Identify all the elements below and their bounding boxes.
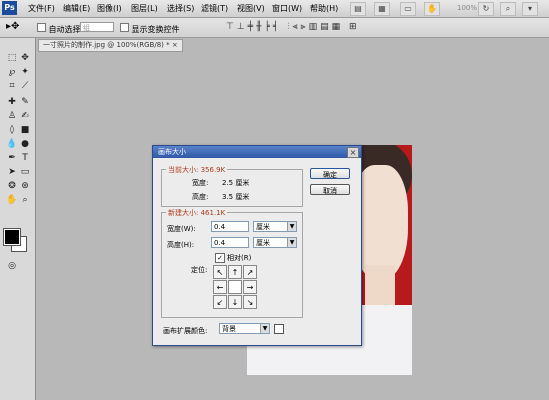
ext-color-label: 画布扩展颜色: — [163, 327, 208, 335]
lasso-tool-icon[interactable]: ℘ — [6, 66, 18, 78]
shape-tool-icon[interactable]: ▭ — [19, 166, 31, 178]
path-select-icon[interactable]: ➤ — [6, 166, 18, 178]
quick-mask-icon[interactable]: ◎ — [6, 260, 18, 272]
auto-select-checkbox[interactable] — [37, 23, 46, 32]
rotate-view-icon[interactable]: ↻ — [478, 2, 494, 16]
arrange-icon[interactable]: ▦ — [374, 2, 390, 16]
width-input[interactable]: 0.4 — [211, 221, 249, 232]
ext-color-swatch[interactable] — [274, 324, 284, 334]
document-tab-label: 一寸照片的制作.jpg @ 100%(RGB/8) * — [43, 41, 170, 49]
anchor-bottom-left[interactable]: ↙ — [213, 295, 227, 309]
zoom-icon[interactable]: ⌕ — [500, 2, 516, 16]
relative-label: 相对(R) — [227, 254, 252, 262]
anchor-bottom[interactable]: ↓ — [228, 295, 242, 309]
current-size-group: 当前大小: 356.9K 宽度: 2.5 厘米 高度: 3.5 厘米 — [161, 165, 303, 207]
chevron-down-icon: ▼ — [287, 222, 296, 231]
relative-checkbox[interactable]: ✓ — [215, 253, 225, 263]
anchor-right[interactable]: → — [243, 280, 257, 294]
menu-image[interactable]: 图像(I) — [97, 3, 122, 14]
toolbox: ⬚ ✥ ℘ ✦ ⌗ ⟋ ✚ ✎ ♙ ✍ ◊ ■ 💧 ● ✒ T ➤ ▭ ❂ ⊛ … — [0, 38, 36, 400]
anchor-top-left[interactable]: ↖ — [213, 265, 227, 279]
menu-file[interactable]: 文件(F) — [28, 3, 55, 14]
menu-layer[interactable]: 图层(L) — [131, 3, 158, 14]
anchor-left[interactable]: ← — [213, 280, 227, 294]
menu-window[interactable]: 窗口(W) — [272, 3, 302, 14]
document-tab[interactable]: 一寸照片的制作.jpg @ 100%(RGB/8) * × — [38, 39, 183, 52]
gradient-tool-icon[interactable]: ■ — [19, 124, 31, 136]
photoshop-logo: Ps — [2, 1, 17, 15]
move-tool-icon[interactable]: ▸✥ — [6, 21, 19, 32]
align-icons[interactable]: ⊤⊥╪╫╞╡ ⫶⫷⫸▥▤▦ ⊞ — [226, 22, 360, 32]
dialog-title: 画布大小 — [158, 148, 186, 156]
marquee-tool-icon[interactable]: ⬚ — [6, 52, 18, 64]
menu-edit[interactable]: 编辑(E) — [63, 3, 90, 14]
magic-wand-icon[interactable]: ✦ — [19, 66, 31, 78]
height-input[interactable]: 0.4 — [211, 237, 249, 248]
history-brush-icon[interactable]: ✍ — [19, 110, 31, 122]
chevron-down-icon: ▼ — [260, 324, 269, 333]
menu-select[interactable]: 选择(S) — [167, 3, 194, 14]
menu-view[interactable]: 视图(V) — [237, 3, 265, 14]
anchor-center[interactable] — [228, 280, 242, 294]
extras-icon[interactable]: ▾ — [522, 2, 538, 16]
eraser-tool-icon[interactable]: ◊ — [6, 124, 18, 136]
canvas-size-dialog: 画布大小 × 当前大小: 356.9K 宽度: 2.5 厘米 高度: 3.5 厘… — [152, 145, 362, 346]
zoom-level[interactable]: 100% — [457, 4, 477, 12]
ext-color-select[interactable]: 背景 ▼ — [219, 323, 270, 334]
ext-color-value: 背景 — [222, 325, 236, 333]
screen-mode-icon[interactable]: ▭ — [400, 2, 416, 16]
auto-select-label: 自动选择: — [48, 25, 84, 34]
close-tab-icon[interactable]: × — [172, 41, 178, 49]
new-height-label: 高度(H): — [167, 241, 195, 249]
ok-button[interactable]: 确定 — [310, 168, 350, 179]
close-icon[interactable]: × — [347, 147, 359, 158]
brush-tool-icon[interactable]: ✎ — [19, 96, 31, 108]
current-height-value: 3.5 厘米 — [222, 193, 250, 201]
healing-tool-icon[interactable]: ✚ — [6, 96, 18, 108]
current-height-label: 高度: — [192, 193, 209, 201]
new-size-title: 新建大小: 461.1K — [166, 208, 228, 218]
anchor-bottom-right[interactable]: ↘ — [243, 295, 257, 309]
bridge-icon[interactable]: ▤ — [350, 2, 366, 16]
current-width-value: 2.5 厘米 — [222, 179, 250, 187]
menu-bar: Ps 文件(F) 编辑(E) 图像(I) 图层(L) 选择(S) 滤镜(T) 视… — [0, 0, 549, 18]
current-width-label: 宽度: — [192, 179, 209, 187]
show-transform-option: 显示变换控件 — [120, 23, 180, 35]
menu-filter[interactable]: 滤镜(T) — [201, 3, 228, 14]
width-unit-value: 厘米 — [256, 223, 270, 231]
crop-tool-icon[interactable]: ⌗ — [6, 80, 18, 92]
3d-orbit-icon[interactable]: ⊛ — [19, 180, 31, 192]
dodge-tool-icon[interactable]: ● — [19, 138, 31, 150]
new-width-label: 宽度(W): — [167, 225, 196, 233]
stamp-tool-icon[interactable]: ♙ — [6, 110, 18, 122]
anchor-top[interactable]: ↑ — [228, 265, 242, 279]
auto-select-option: 自动选择: — [37, 23, 83, 35]
dialog-titlebar[interactable]: 画布大小 × — [153, 146, 361, 158]
auto-select-dropdown[interactable]: 组 — [80, 22, 114, 32]
width-unit-select[interactable]: 厘米 ▼ — [253, 221, 297, 232]
pen-tool-icon[interactable]: ✒ — [6, 152, 18, 164]
type-tool-icon[interactable]: T — [19, 152, 31, 164]
anchor-label: 定位: — [191, 266, 208, 274]
foreground-color-swatch[interactable] — [3, 228, 21, 246]
show-transform-checkbox[interactable] — [120, 23, 129, 32]
slice-tool-icon[interactable]: ⟋ — [19, 80, 31, 92]
height-unit-select[interactable]: 厘米 ▼ — [253, 237, 297, 248]
show-transform-label: 显示变换控件 — [131, 25, 180, 34]
hand-tool-icon[interactable]: ✋ — [6, 194, 18, 206]
menu-help[interactable]: 帮助(H) — [310, 3, 338, 14]
3d-rotate-icon[interactable]: ❂ — [6, 180, 18, 192]
zoom-tool-icon[interactable]: ⌕ — [19, 194, 31, 206]
current-size-title: 当前大小: 356.9K — [166, 165, 228, 175]
anchor-top-right[interactable]: ↗ — [243, 265, 257, 279]
height-unit-value: 厘米 — [256, 239, 270, 247]
chevron-down-icon: ▼ — [287, 238, 296, 247]
move-tool-icon[interactable]: ✥ — [19, 52, 31, 64]
cancel-button[interactable]: 取消 — [310, 184, 350, 195]
blur-tool-icon[interactable]: 💧 — [6, 138, 18, 150]
hand-tool-icon[interactable]: ✋ — [424, 2, 440, 16]
new-size-group: 新建大小: 461.1K 宽度(W): 0.4 厘米 ▼ 高度(H): 0.4 … — [161, 208, 303, 318]
options-bar: ▸✥ 自动选择: 组 显示变换控件 ⊤⊥╪╫╞╡ ⫶⫷⫸▥▤▦ ⊞ — [0, 18, 549, 38]
